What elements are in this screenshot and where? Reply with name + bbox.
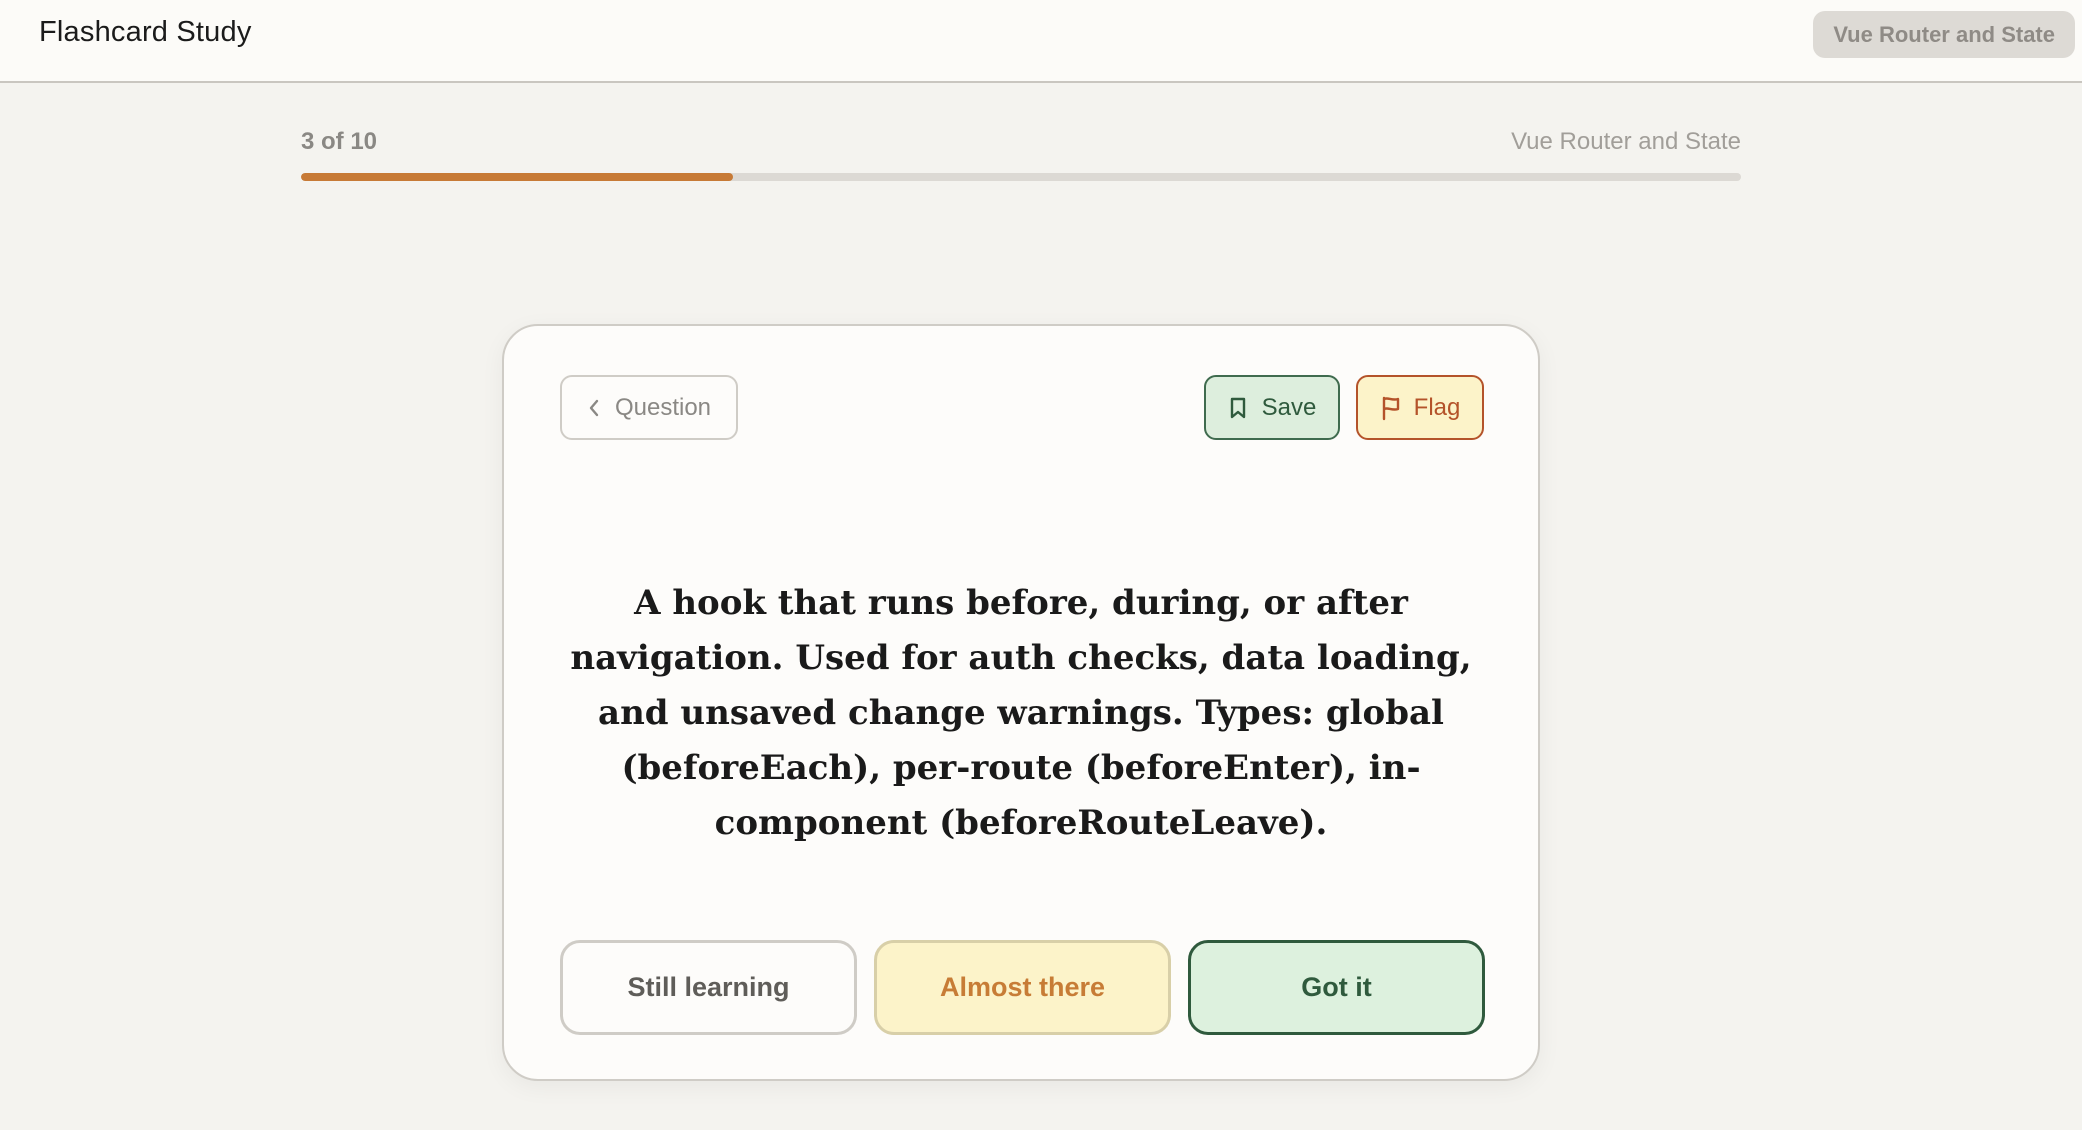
card-answer-text: A hook that runs before, during, or afte… [570, 583, 1472, 843]
save-button[interactable]: Save [1204, 375, 1340, 440]
top-bar: Flashcard Study Vue Router and State [0, 0, 2082, 83]
progress-fill [301, 173, 733, 181]
still-learning-button[interactable]: Still learning [560, 940, 857, 1035]
deck-badge[interactable]: Vue Router and State [1813, 11, 2075, 58]
flag-button[interactable]: Flag [1356, 375, 1484, 440]
almost-there-button[interactable]: Almost there [874, 940, 1171, 1035]
back-button-label: Question [614, 393, 712, 421]
progress-track [301, 173, 1741, 181]
got-it-button[interactable]: Got it [1188, 940, 1485, 1035]
flag-icon [1380, 395, 1402, 421]
bookmark-icon [1228, 396, 1248, 420]
progress-deck-name: Vue Router and State [1511, 128, 1741, 155]
flashcard: Question Save Flag A hook that runs befo… [502, 324, 1540, 1081]
flag-button-label: Flag [1413, 393, 1461, 421]
progress-count: 3 of 10 [301, 128, 378, 155]
app-title: Flashcard Study [39, 16, 252, 48]
chevron-left-icon [587, 398, 601, 418]
save-button-label: Save [1261, 393, 1317, 421]
back-to-question-button[interactable]: Question [560, 375, 738, 440]
